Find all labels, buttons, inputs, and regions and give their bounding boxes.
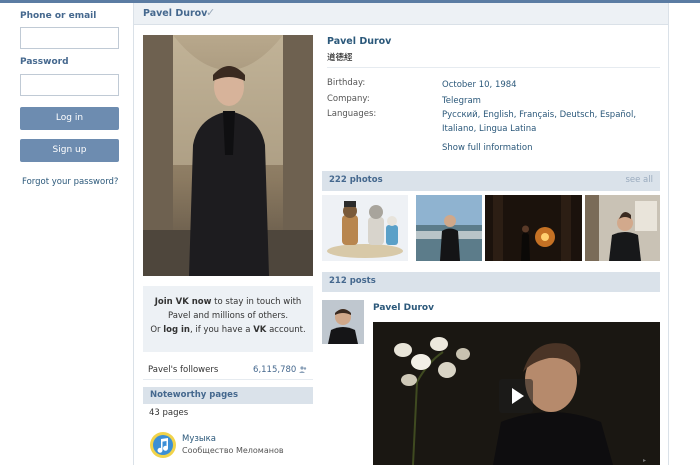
post-author-avatar[interactable] — [322, 300, 364, 344]
noteworthy-page-name[interactable]: Музыка — [182, 434, 216, 444]
password-input[interactable] — [20, 74, 119, 96]
join-text-3: account. — [266, 325, 306, 335]
followers-label: Pavel's followers — [148, 365, 219, 375]
birthday-value[interactable]: October 10, 1984 — [442, 78, 652, 92]
join-vk-box: Join VK now to stay in touch with Pavel … — [143, 286, 313, 352]
music-note-icon[interactable] — [149, 431, 177, 459]
log-in-link[interactable]: log in — [163, 325, 190, 335]
join-text-or: Or — [150, 325, 164, 335]
languages-label: Languages: — [327, 109, 377, 119]
posts-section-bar[interactable]: 212 posts — [322, 272, 660, 292]
phone-email-input[interactable] — [20, 27, 119, 49]
photo-thumb-3[interactable] — [485, 195, 582, 261]
profile-status: 道德經 — [327, 53, 353, 63]
company-label: Company: — [327, 94, 370, 104]
forgot-password-link[interactable]: Forgot your password? — [22, 177, 118, 187]
photos-title: 222 photos — [329, 175, 383, 185]
noteworthy-page-sub: Сообщество Меломанов — [182, 446, 284, 455]
password-label: Password — [20, 57, 69, 67]
play-icon[interactable] — [499, 379, 533, 413]
profile-photo-image — [143, 35, 313, 276]
join-vk-link[interactable]: Join VK now — [155, 297, 212, 307]
post-author-name[interactable]: Pavel Durov — [373, 303, 434, 313]
profile-header: Pavel Durov ✓ — [134, 3, 668, 25]
signup-button[interactable]: Sign up — [20, 139, 119, 162]
followers-count: 6,115,780 — [253, 365, 307, 375]
checkmark-icon: ✓ — [206, 6, 216, 19]
profile-photo[interactable] — [143, 35, 313, 276]
posts-title: 212 posts — [329, 276, 376, 286]
followers-count-value: 6,115,780 — [253, 365, 297, 375]
noteworthy-title: Noteworthy pages — [150, 390, 239, 400]
noteworthy-pages-bar[interactable]: Noteworthy pages — [143, 387, 313, 404]
svg-text:▸: ▸ — [643, 457, 646, 464]
photos-section-bar[interactable]: 222 photos see all — [322, 171, 660, 191]
pages-count: 43 pages — [149, 408, 189, 418]
profile-name: Pavel Durov — [327, 36, 392, 47]
login-button[interactable]: Log in — [20, 107, 119, 130]
login-sidebar: Phone or email Password Log in Sign up F… — [0, 3, 128, 465]
company-value[interactable]: Telegram — [442, 94, 652, 108]
followers-row[interactable]: Pavel's followers 6,115,780 — [143, 362, 313, 380]
birthday-label: Birthday: — [327, 78, 366, 88]
show-full-info-link[interactable]: Show full information — [442, 143, 533, 153]
people-icon — [299, 366, 307, 373]
photo-thumb-1[interactable] — [322, 195, 408, 261]
see-all-link[interactable]: see all — [625, 175, 653, 185]
info-divider — [327, 67, 660, 68]
phone-label: Phone or email — [20, 11, 97, 21]
photo-thumb-4[interactable] — [585, 195, 660, 261]
header-name[interactable]: Pavel Durov — [143, 8, 207, 19]
profile-panel: Pavel Durov ✓ Join VK now to stay in tou… — [133, 3, 669, 465]
photo-thumb-2[interactable] — [416, 195, 482, 261]
post-video[interactable]: ▸ — [373, 322, 660, 465]
join-text-2: , if you have a — [189, 325, 254, 335]
languages-value[interactable]: Русский, English, Français, Deutsch, Esp… — [442, 108, 652, 136]
vk-brand: VK — [253, 325, 267, 335]
